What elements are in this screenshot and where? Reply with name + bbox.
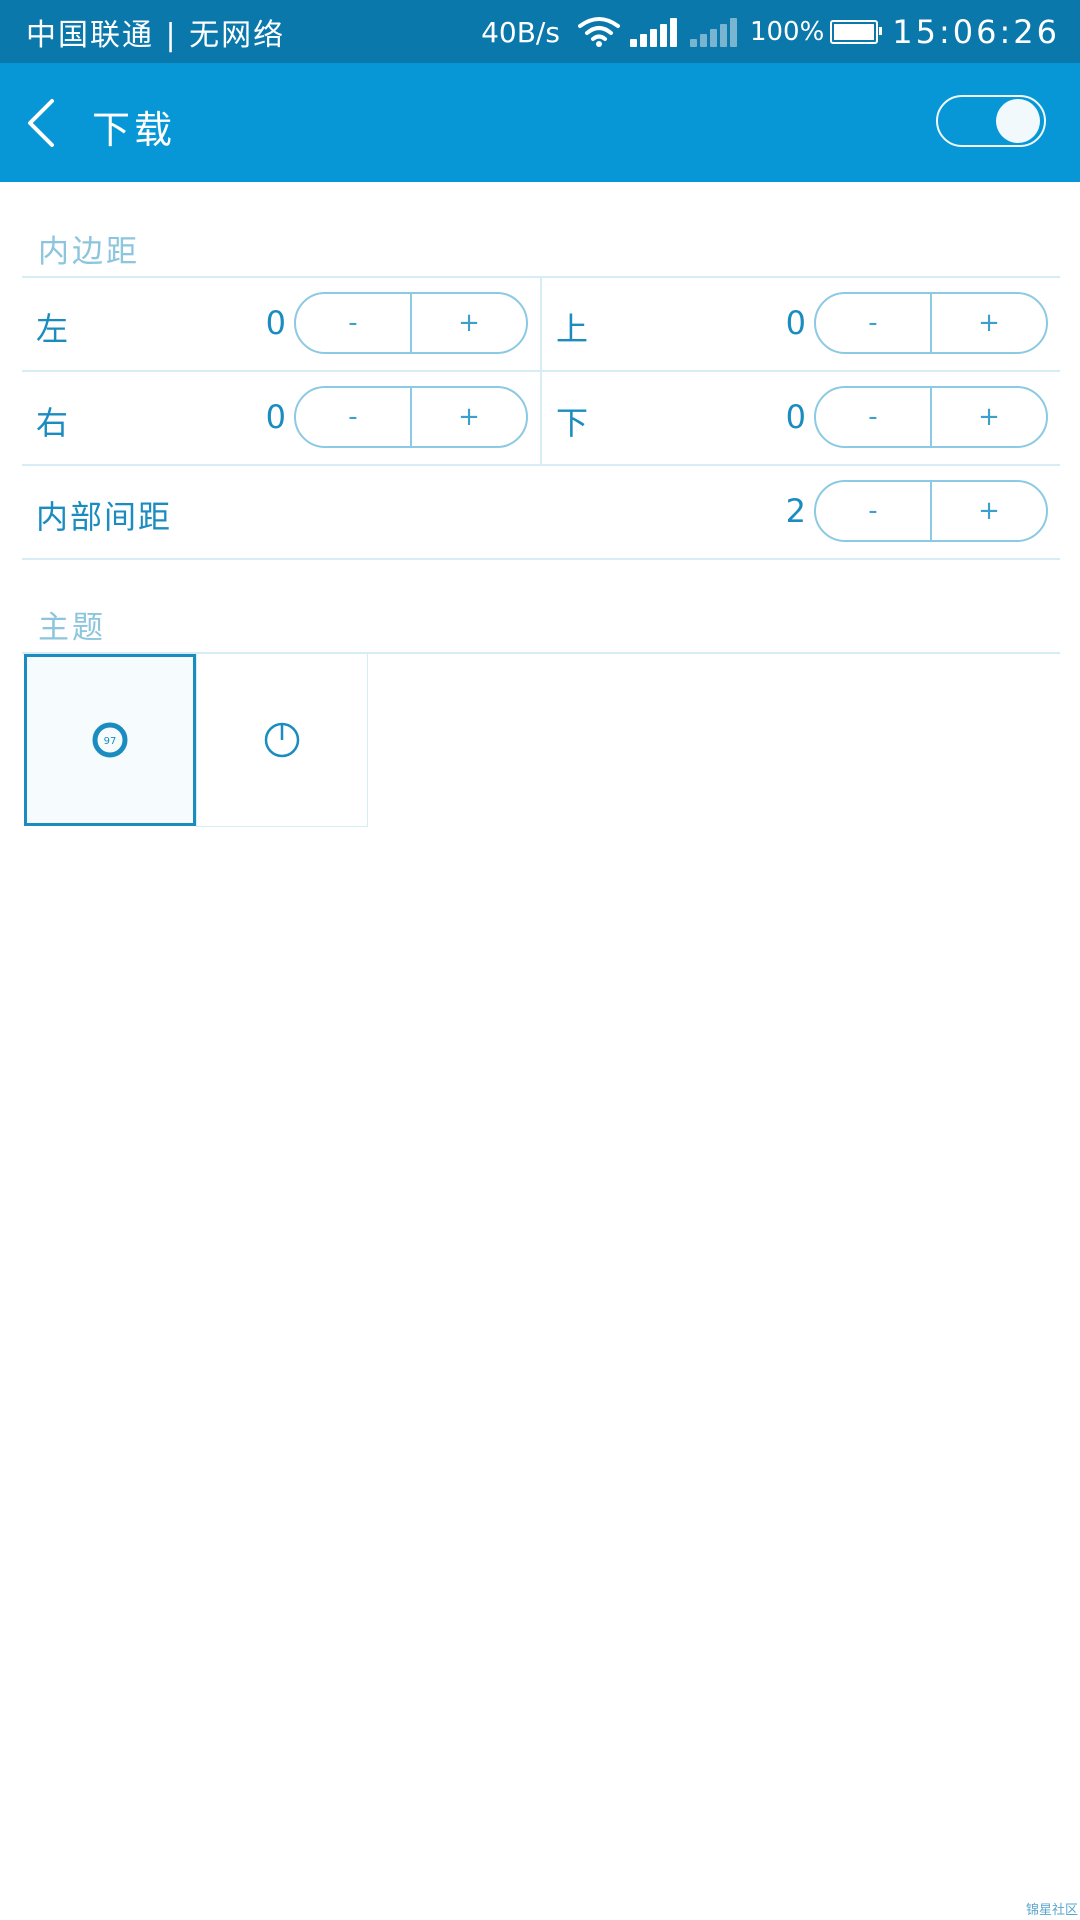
battery-percent: 100% [749,17,825,47]
signal-strength-2-icon [689,17,740,47]
page-title: 下载 [92,108,177,152]
padding-top-label: 上 [556,310,591,348]
padding-right-stepper: - + [294,386,528,448]
circle-dial-icon [264,722,300,758]
padding-bottom-value: 0 [785,398,806,436]
padding-bottom-minus-button[interactable]: - [816,388,930,446]
padding-right-plus-button[interactable]: + [410,388,526,446]
battery-icon [830,20,883,44]
theme-option-dial[interactable] [196,653,368,827]
padding-top-plus-button[interactable]: + [930,294,1046,352]
padding-bottom-stepper: - + [814,386,1048,448]
padding-left-minus-button[interactable]: - [296,294,410,352]
padding-left-plus-button[interactable]: + [410,294,526,352]
toggle-knob [996,99,1040,143]
padding-left-stepper: - + [294,292,528,354]
padding-left-label: 左 [36,310,71,348]
inner-spacing-stepper: - + [814,480,1048,542]
padding-bottom-plus-button[interactable]: + [930,388,1046,446]
chevron-left-icon[interactable] [22,97,62,149]
signal-strength-icon [629,17,680,47]
inner-spacing-minus-button[interactable]: - [816,482,930,540]
ring-progress-icon: 97 [92,722,128,758]
divider [22,558,1060,560]
theme-option-ring[interactable]: 97 [24,654,196,826]
inner-spacing-value: 2 [785,492,806,530]
divider [22,370,1060,372]
padding-left-value: 0 [265,304,286,342]
padding-right-minus-button[interactable]: - [296,388,410,446]
wifi-icon [577,17,620,47]
inner-spacing-plus-button[interactable]: + [930,482,1046,540]
status-indicators: 40B/s 100% 15:06:26 [481,10,1060,54]
enable-toggle[interactable] [936,95,1046,147]
clock: 15:06:26 [892,13,1060,51]
app-bar: 下载 [0,63,1080,182]
watermark: 锦星社区 [1025,1903,1078,1918]
theme-ring-label: 97 [104,736,117,747]
theme-section-title: 主题 [38,610,106,646]
padding-top-stepper: - + [814,292,1048,354]
padding-right-value: 0 [265,398,286,436]
status-bar: 中国联通 | 无网络 40B/s 100% 15:06:26 [0,0,1080,63]
carrier-label: 中国联通 | 无网络 [26,18,286,53]
padding-bottom-label: 下 [556,404,591,442]
divider [22,464,1060,466]
net-speed: 40B/s [481,15,560,49]
padding-section-title: 内边距 [38,234,140,270]
padding-top-value: 0 [785,304,806,342]
padding-top-minus-button[interactable]: - [816,294,930,352]
inner-spacing-label: 内部间距 [36,498,173,536]
padding-right-label: 右 [36,404,71,442]
